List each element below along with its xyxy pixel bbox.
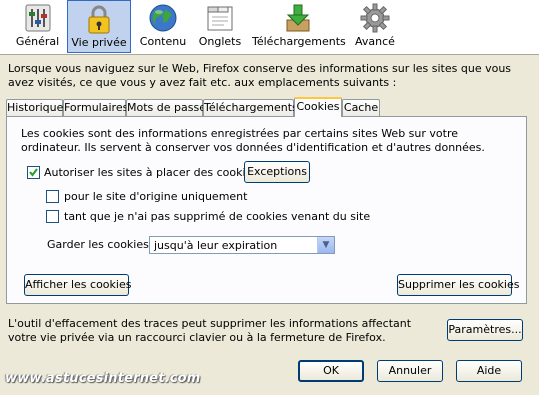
- tab-cookies[interactable]: Cookies: [294, 97, 342, 117]
- keep-cookies-value: jusqu'à leur expiration: [154, 239, 278, 252]
- watermark: www.astucesinternet.com: [5, 371, 201, 386]
- origin-only-label[interactable]: pour le site d'origine uniquement: [64, 190, 247, 203]
- toolbar-tabs[interactable]: Onglets: [196, 0, 244, 53]
- exceptions-button[interactable]: Exceptions: [244, 161, 310, 183]
- download-arrow-icon: [282, 2, 314, 34]
- delete-cookies-button[interactable]: Supprimer les cookies: [397, 274, 519, 296]
- globe-icon: [147, 2, 179, 34]
- tab-cache[interactable]: Cache: [342, 99, 380, 116]
- tab-historique[interactable]: Historique: [6, 99, 63, 116]
- toolbar-advanced[interactable]: Avancé: [352, 0, 398, 53]
- cookies-description: Les cookies sont des informations enregi…: [21, 127, 485, 154]
- clear-traces-text: L'outil d'effacement des traces peut sup…: [8, 317, 412, 344]
- toolbar-general[interactable]: Général: [10, 0, 65, 53]
- toolbar-downloads-label: Téléchargements: [252, 35, 346, 48]
- show-cookies-button[interactable]: Afficher les cookies: [24, 274, 131, 296]
- toolbar-tabs-label: Onglets: [198, 35, 242, 48]
- cancel-button[interactable]: Annuler: [377, 360, 443, 382]
- tab-telechargements[interactable]: Téléchargements: [203, 99, 298, 116]
- gear-icon: [359, 2, 391, 34]
- tab-mots-de-passe[interactable]: Mots de passe: [126, 99, 206, 116]
- padlock-icon: [83, 3, 115, 35]
- general-sliders-icon: [22, 2, 54, 34]
- allow-cookies-checkbox[interactable]: [27, 166, 40, 179]
- toolbar-privacy[interactable]: Vie privée: [67, 0, 131, 53]
- keep-cookies-label: Garder les cookies :: [47, 238, 157, 251]
- tabs-window-icon: [204, 2, 236, 34]
- toolbar-content[interactable]: Contenu: [137, 0, 189, 53]
- help-button[interactable]: Aide: [456, 360, 522, 382]
- until-deleted-checkbox[interactable]: [46, 210, 59, 223]
- preferences-toolbar: Général Vie privée Contenu Onglets Téléc…: [0, 0, 539, 55]
- tab-formulaires[interactable]: Formulaires: [63, 99, 128, 116]
- keep-cookies-select[interactable]: jusqu'à leur expiration ▼: [149, 236, 335, 254]
- toolbar-privacy-label: Vie privée: [71, 36, 127, 49]
- toolbar-content-label: Contenu: [139, 35, 187, 48]
- cookies-panel: Les cookies sont des informations enregi…: [6, 116, 527, 304]
- allow-cookies-label[interactable]: Autoriser les sites à placer des cookies: [44, 166, 258, 179]
- origin-only-checkbox[interactable]: [46, 190, 59, 203]
- chevron-down-icon: ▼: [317, 237, 334, 253]
- toolbar-downloads[interactable]: Téléchargements: [252, 0, 346, 53]
- checkmark-icon: [29, 168, 38, 177]
- settings-button[interactable]: Paramètres...: [447, 319, 523, 341]
- toolbar-advanced-label: Avancé: [355, 35, 395, 48]
- toolbar-general-label: Général: [15, 35, 60, 48]
- intro-text: Lorsque vous naviguez sur le Web, Firefo…: [8, 62, 512, 89]
- ok-button[interactable]: OK: [298, 360, 364, 382]
- until-deleted-label[interactable]: tant que je n'ai pas supprimé de cookies…: [64, 210, 370, 223]
